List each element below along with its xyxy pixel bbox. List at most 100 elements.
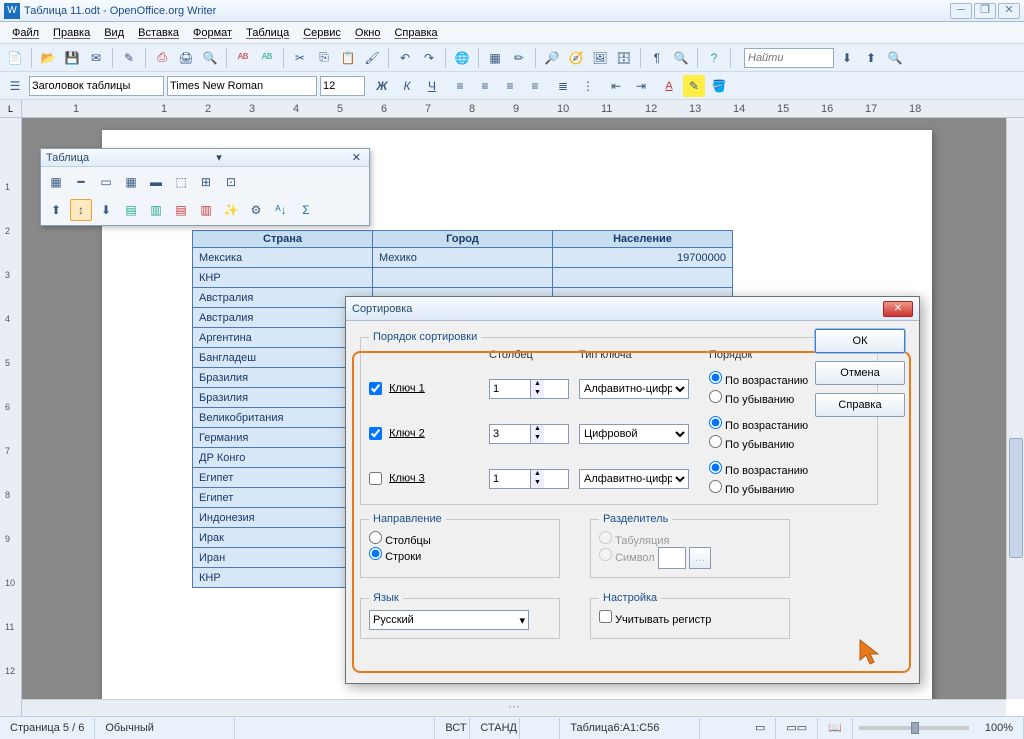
view-single-icon[interactable]: ▭: [745, 718, 776, 739]
scrollbar-thumb[interactable]: [1009, 438, 1023, 558]
align-justify-icon[interactable]: ≡: [524, 75, 546, 97]
status-page[interactable]: Страница 5 / 6: [0, 718, 95, 739]
menu-insert[interactable]: Вставка: [132, 25, 185, 41]
table-header[interactable]: Население: [553, 231, 733, 248]
key-3-asc-radio[interactable]: По возрастанию: [709, 461, 869, 477]
menu-file[interactable]: Файл: [6, 25, 45, 41]
borders-icon[interactable]: ▦: [120, 171, 142, 193]
key-3-column-spinner[interactable]: ▲▼: [489, 469, 569, 489]
status-style[interactable]: Обычный: [95, 718, 235, 739]
direction-columns-radio[interactable]: Столбцы: [369, 535, 431, 547]
save-icon[interactable]: 💾: [61, 47, 83, 69]
key-1-type-select[interactable]: Алфавитно-цифровой: [579, 379, 689, 399]
sum-icon[interactable]: Σ: [295, 199, 317, 221]
undo-icon[interactable]: ↶: [394, 47, 416, 69]
align-top-icon[interactable]: ⬆: [45, 199, 67, 221]
fontsize-select[interactable]: [320, 76, 365, 96]
hyperlink-icon[interactable]: 🌐: [451, 47, 473, 69]
table-cell[interactable]: 19700000: [553, 248, 733, 268]
table-row[interactable]: МексикаМехико19700000: [193, 248, 733, 268]
show-draw-icon[interactable]: ✏: [508, 47, 530, 69]
find-prev-icon[interactable]: ⬆: [860, 47, 882, 69]
status-language[interactable]: [235, 718, 435, 739]
zoom-slider[interactable]: [859, 726, 969, 730]
numbering-icon[interactable]: ≣: [552, 75, 574, 97]
copy-icon[interactable]: ⎘: [313, 47, 335, 69]
table-floating-toolbar[interactable]: Таблица ▾ ✕ ▦ ━ ▭ ▦ ▬ ⬚ ⊞ ⊡ ⬆ ↕ ⬇ ▤ ▥ ▤ …: [40, 148, 370, 226]
cut-icon[interactable]: ✂: [289, 47, 311, 69]
table-props-icon[interactable]: ⚙: [245, 199, 267, 221]
preview-icon[interactable]: 🔍: [199, 47, 221, 69]
direction-rows-radio[interactable]: Строки: [369, 551, 421, 563]
vertical-scrollbar[interactable]: [1006, 118, 1024, 699]
zoom-value[interactable]: 100%: [975, 718, 1024, 739]
menu-help[interactable]: Справка: [388, 25, 443, 41]
dialog-close-icon[interactable]: ✕: [883, 301, 913, 317]
status-insert[interactable]: ВСТ: [435, 718, 470, 739]
key-2-type-select[interactable]: Цифровой: [579, 424, 689, 444]
autoformat-icon[interactable]: ✨: [220, 199, 242, 221]
pdf-icon[interactable]: ⎙: [151, 47, 173, 69]
align-center-icon[interactable]: ≡: [474, 75, 496, 97]
menu-window[interactable]: Окно: [349, 25, 387, 41]
key-2-desc-radio[interactable]: По убыванию: [709, 435, 869, 451]
datasources-icon[interactable]: 🗄: [613, 47, 635, 69]
brush-icon[interactable]: 🖌: [361, 47, 383, 69]
find-next-icon[interactable]: ⬇: [836, 47, 858, 69]
align-bottom-icon[interactable]: ⬇: [95, 199, 117, 221]
paste-icon[interactable]: 📋: [337, 47, 359, 69]
delete-row-icon[interactable]: ▤: [170, 199, 192, 221]
float-toolbar-dropdown-icon[interactable]: ▾: [213, 151, 225, 164]
key-2-checkbox[interactable]: Ключ 2: [369, 427, 479, 440]
float-toolbar-close-icon[interactable]: ✕: [349, 151, 364, 164]
table-cell[interactable]: КНР: [193, 268, 373, 288]
key-2-asc-radio[interactable]: По возрастанию: [709, 416, 869, 432]
indent-inc-icon[interactable]: ⇥: [630, 75, 652, 97]
edit-icon[interactable]: ✎: [118, 47, 140, 69]
view-book-icon[interactable]: 📖: [818, 718, 853, 739]
close-button[interactable]: ✕: [998, 3, 1020, 19]
spellcheck-icon[interactable]: ᴬᴮ: [232, 47, 254, 69]
print-icon[interactable]: 🖨: [175, 47, 197, 69]
ok-button[interactable]: ОК: [815, 329, 905, 353]
font-color-icon[interactable]: A: [658, 75, 680, 97]
dialog-titlebar[interactable]: Сортировка ✕: [346, 297, 919, 321]
table-cell[interactable]: [373, 268, 553, 288]
table-header[interactable]: Страна: [193, 231, 373, 248]
optimize-icon[interactable]: ⊡: [220, 171, 242, 193]
key-2-column-spinner[interactable]: ▲▼: [489, 424, 569, 444]
line-style-icon[interactable]: ━: [70, 171, 92, 193]
bold-icon[interactable]: Ж: [371, 75, 393, 97]
align-right-icon[interactable]: ≡: [499, 75, 521, 97]
redo-icon[interactable]: ↷: [418, 47, 440, 69]
key-3-type-select[interactable]: Алфавитно-цифровой: [579, 469, 689, 489]
status-selection[interactable]: Таблица6:A1:C56: [560, 718, 700, 739]
key-1-checkbox[interactable]: Ключ 1: [369, 382, 479, 395]
menu-format[interactable]: Формат: [187, 25, 238, 41]
bullets-icon[interactable]: ⋮: [577, 75, 599, 97]
table-header[interactable]: Город: [373, 231, 553, 248]
menu-tools[interactable]: Сервис: [297, 25, 347, 41]
nonprinting-icon[interactable]: ¶: [646, 47, 668, 69]
bgcolor-icon[interactable]: 🪣: [708, 75, 730, 97]
menu-table[interactable]: Таблица: [240, 25, 295, 41]
help-button[interactable]: Справка: [815, 393, 905, 417]
sort-icon[interactable]: ᴬ↓: [270, 199, 292, 221]
align-vcenter-icon[interactable]: ↕: [70, 199, 92, 221]
table-row[interactable]: КНР: [193, 268, 733, 288]
status-selmode[interactable]: СТАНД: [470, 718, 520, 739]
view-multi-icon[interactable]: ▭▭: [776, 718, 818, 739]
indent-dec-icon[interactable]: ⇤: [605, 75, 627, 97]
highlight-icon[interactable]: ✎: [683, 75, 705, 97]
language-select[interactable]: Русский▾: [369, 610, 529, 630]
status-modified[interactable]: [520, 718, 560, 739]
key-3-desc-radio[interactable]: По убыванию: [709, 480, 869, 496]
zoom-icon[interactable]: 🔍: [670, 47, 692, 69]
italic-icon[interactable]: К: [396, 75, 418, 97]
table-cell[interactable]: Мехико: [373, 248, 553, 268]
split-cells-icon[interactable]: ⊞: [195, 171, 217, 193]
horizontal-ruler[interactable]: 1123456789101112131415161718: [22, 100, 1024, 118]
line-color-icon[interactable]: ▭: [95, 171, 117, 193]
key-1-column-spinner[interactable]: ▲▼: [489, 379, 569, 399]
table-cell[interactable]: [553, 268, 733, 288]
